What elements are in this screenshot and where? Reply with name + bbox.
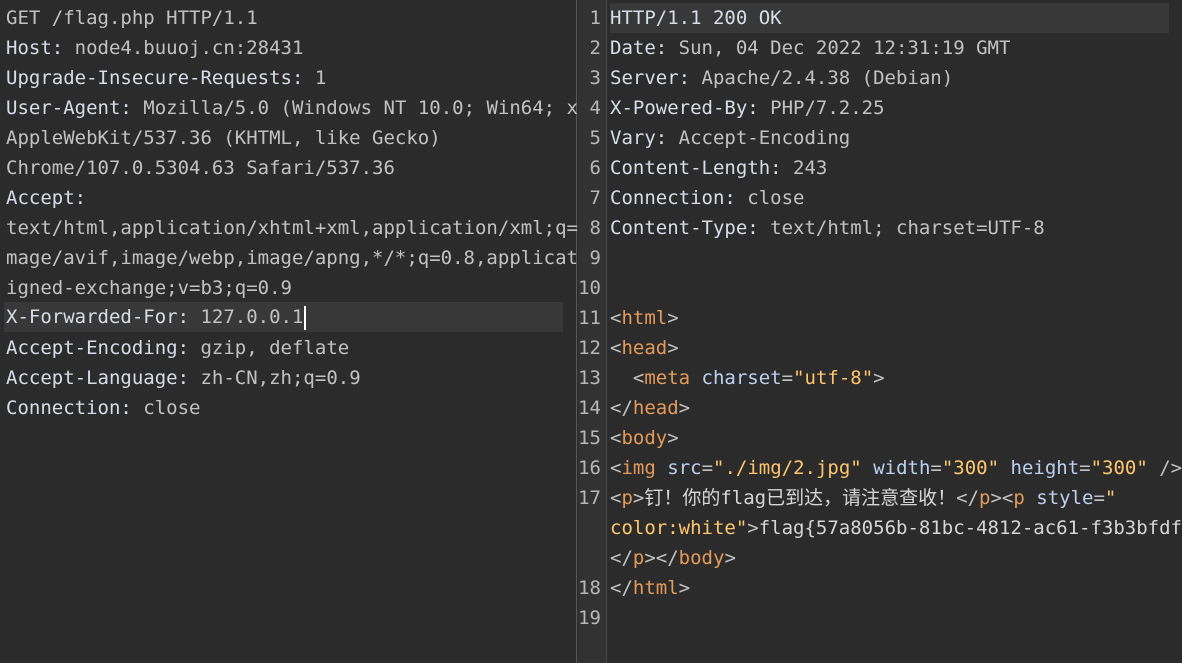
line-number: 15 [578,427,601,449]
response-viewer[interactable]: 1 2 3 4 5 6 7 8 9 10 11 12 13 14 15 16 1… [578,0,1182,663]
response-header-vary: Vary: Accept-Encoding [610,127,851,149]
line-number: 6 [589,157,601,179]
response-header-content-type: Content-Type: text/html; charset=UTF-8 [610,217,1045,239]
code-meta: <meta charset="utf-8"> [610,367,885,389]
response-header-server: Server: Apache/2.4.38 (Debian) [610,67,954,89]
header-name: Accept-Encoding [6,337,178,359]
header-connection: Connection: close [6,397,201,419]
header-value: close [143,397,201,419]
header-value: zh-CN,zh;q=0.9 [200,367,361,389]
header-continuation: AppleWebKit/537.36 (KHTML, like Gecko) [6,127,441,149]
line-number: 18 [578,577,601,599]
line-number: 16 [578,457,601,479]
line-number: 7 [589,187,601,209]
header-host: Host: node4.buuoj.cn:28431 [6,37,304,59]
header-value: 127.0.0.1 [200,306,304,328]
header-value: 1 [314,67,327,89]
header-accept-encoding: Accept-Encoding: gzip, deflate [6,337,350,359]
code-head-open: <head> [610,337,679,359]
header-name: Accept-Language [6,367,178,389]
code-p-body-close: </p></body> [610,547,736,569]
header-accept-language: Accept-Language: zh-CN,zh;q=0.9 [6,367,361,389]
header-user-agent: User-Agent: Mozilla/5.0 (Windows NT 10.0… [6,97,613,119]
line-number: 4 [589,97,601,119]
code-head-close: </head> [610,397,691,419]
header-continuation: text/html,application/xhtml+xml,applicat… [6,217,636,239]
http-message-viewer: GET /flag.php HTTP/1.1 Host: node4.buuoj… [0,0,1182,663]
line-number: 13 [578,367,601,389]
line-number: 1 [589,7,601,29]
header-continuation: igned-exchange;v=b3;q=0.9 [6,277,292,299]
line-number: 19 [578,607,601,629]
line-number: 14 [578,397,601,419]
request-editor[interactable]: GET /flag.php HTTP/1.1 Host: node4.buuoj… [0,0,636,663]
flag-text: flag{57a8056b-81bc-4812-ac61-f3b3bfdfc86… [758,517,1182,539]
request-line: GET /flag.php HTTP/1.1 [6,7,258,29]
response-header-date: Date: Sun, 04 Dec 2022 12:31:19 GMT [610,37,1011,59]
code-body-open: <body> [610,427,679,449]
code-p-line-wrap: color:white">flag{57a8056b-81bc-4812-ac6… [610,513,1182,543]
header-name: Accept [6,187,75,209]
header-x-forwarded-for[interactable]: X-Forwarded-For: 127.0.0.1 [4,302,563,332]
line-number: 12 [578,337,601,359]
code-html-close: </html> [610,577,691,599]
response-header-content-length: Content-Length: 243 [610,157,828,179]
header-continuation: mage/avif,image/webp,image/apng,*/*;q=0.… [6,247,636,269]
header-name: Host [6,37,52,59]
code-img: <img src="./img/2.jpg" width="300" heigh… [610,457,1182,479]
code-p-line: <p>钉！你的flag已到达，请注意查收！</p><p style=" [610,487,1117,509]
response-header-x-powered-by: X-Powered-By: PHP/7.2.25 [610,97,885,119]
p-text: 钉！你的flag已到达，请注意查收！ [644,487,957,509]
line-number: 9 [589,247,601,269]
line-number: 5 [589,127,601,149]
text-cursor [304,305,307,330]
header-name: Upgrade-Insecure-Requests [6,67,292,89]
response-header-connection: Connection: close [610,187,805,209]
line-number: 17 [578,487,601,509]
code-html-open: <html> [610,307,679,329]
header-value: node4.buuoj.cn:28431 [74,37,304,59]
line-number: 8 [589,217,601,239]
header-name: Connection [6,397,121,419]
line-number: 3 [589,67,601,89]
header-continuation: Chrome/107.0.5304.63 Safari/537.36 [6,157,395,179]
header-value: gzip, deflate [200,337,350,359]
status-line: HTTP/1.1 200 OK [610,3,1169,33]
header-value: Mozilla/5.0 (Windows NT 10.0; Win64; x64… [143,97,613,119]
header-name: User-Agent [6,97,121,119]
line-number: 2 [589,37,601,59]
header-accept: Accept: [6,187,87,209]
line-number: 11 [578,307,601,329]
header-name: X-Forwarded-For [6,306,178,328]
line-number-gutter: 1 2 3 4 5 6 7 8 9 10 11 12 13 14 15 16 1… [578,0,607,663]
line-number: 10 [578,277,601,299]
header-upgrade-insecure-requests: Upgrade-Insecure-Requests: 1 [6,67,327,89]
